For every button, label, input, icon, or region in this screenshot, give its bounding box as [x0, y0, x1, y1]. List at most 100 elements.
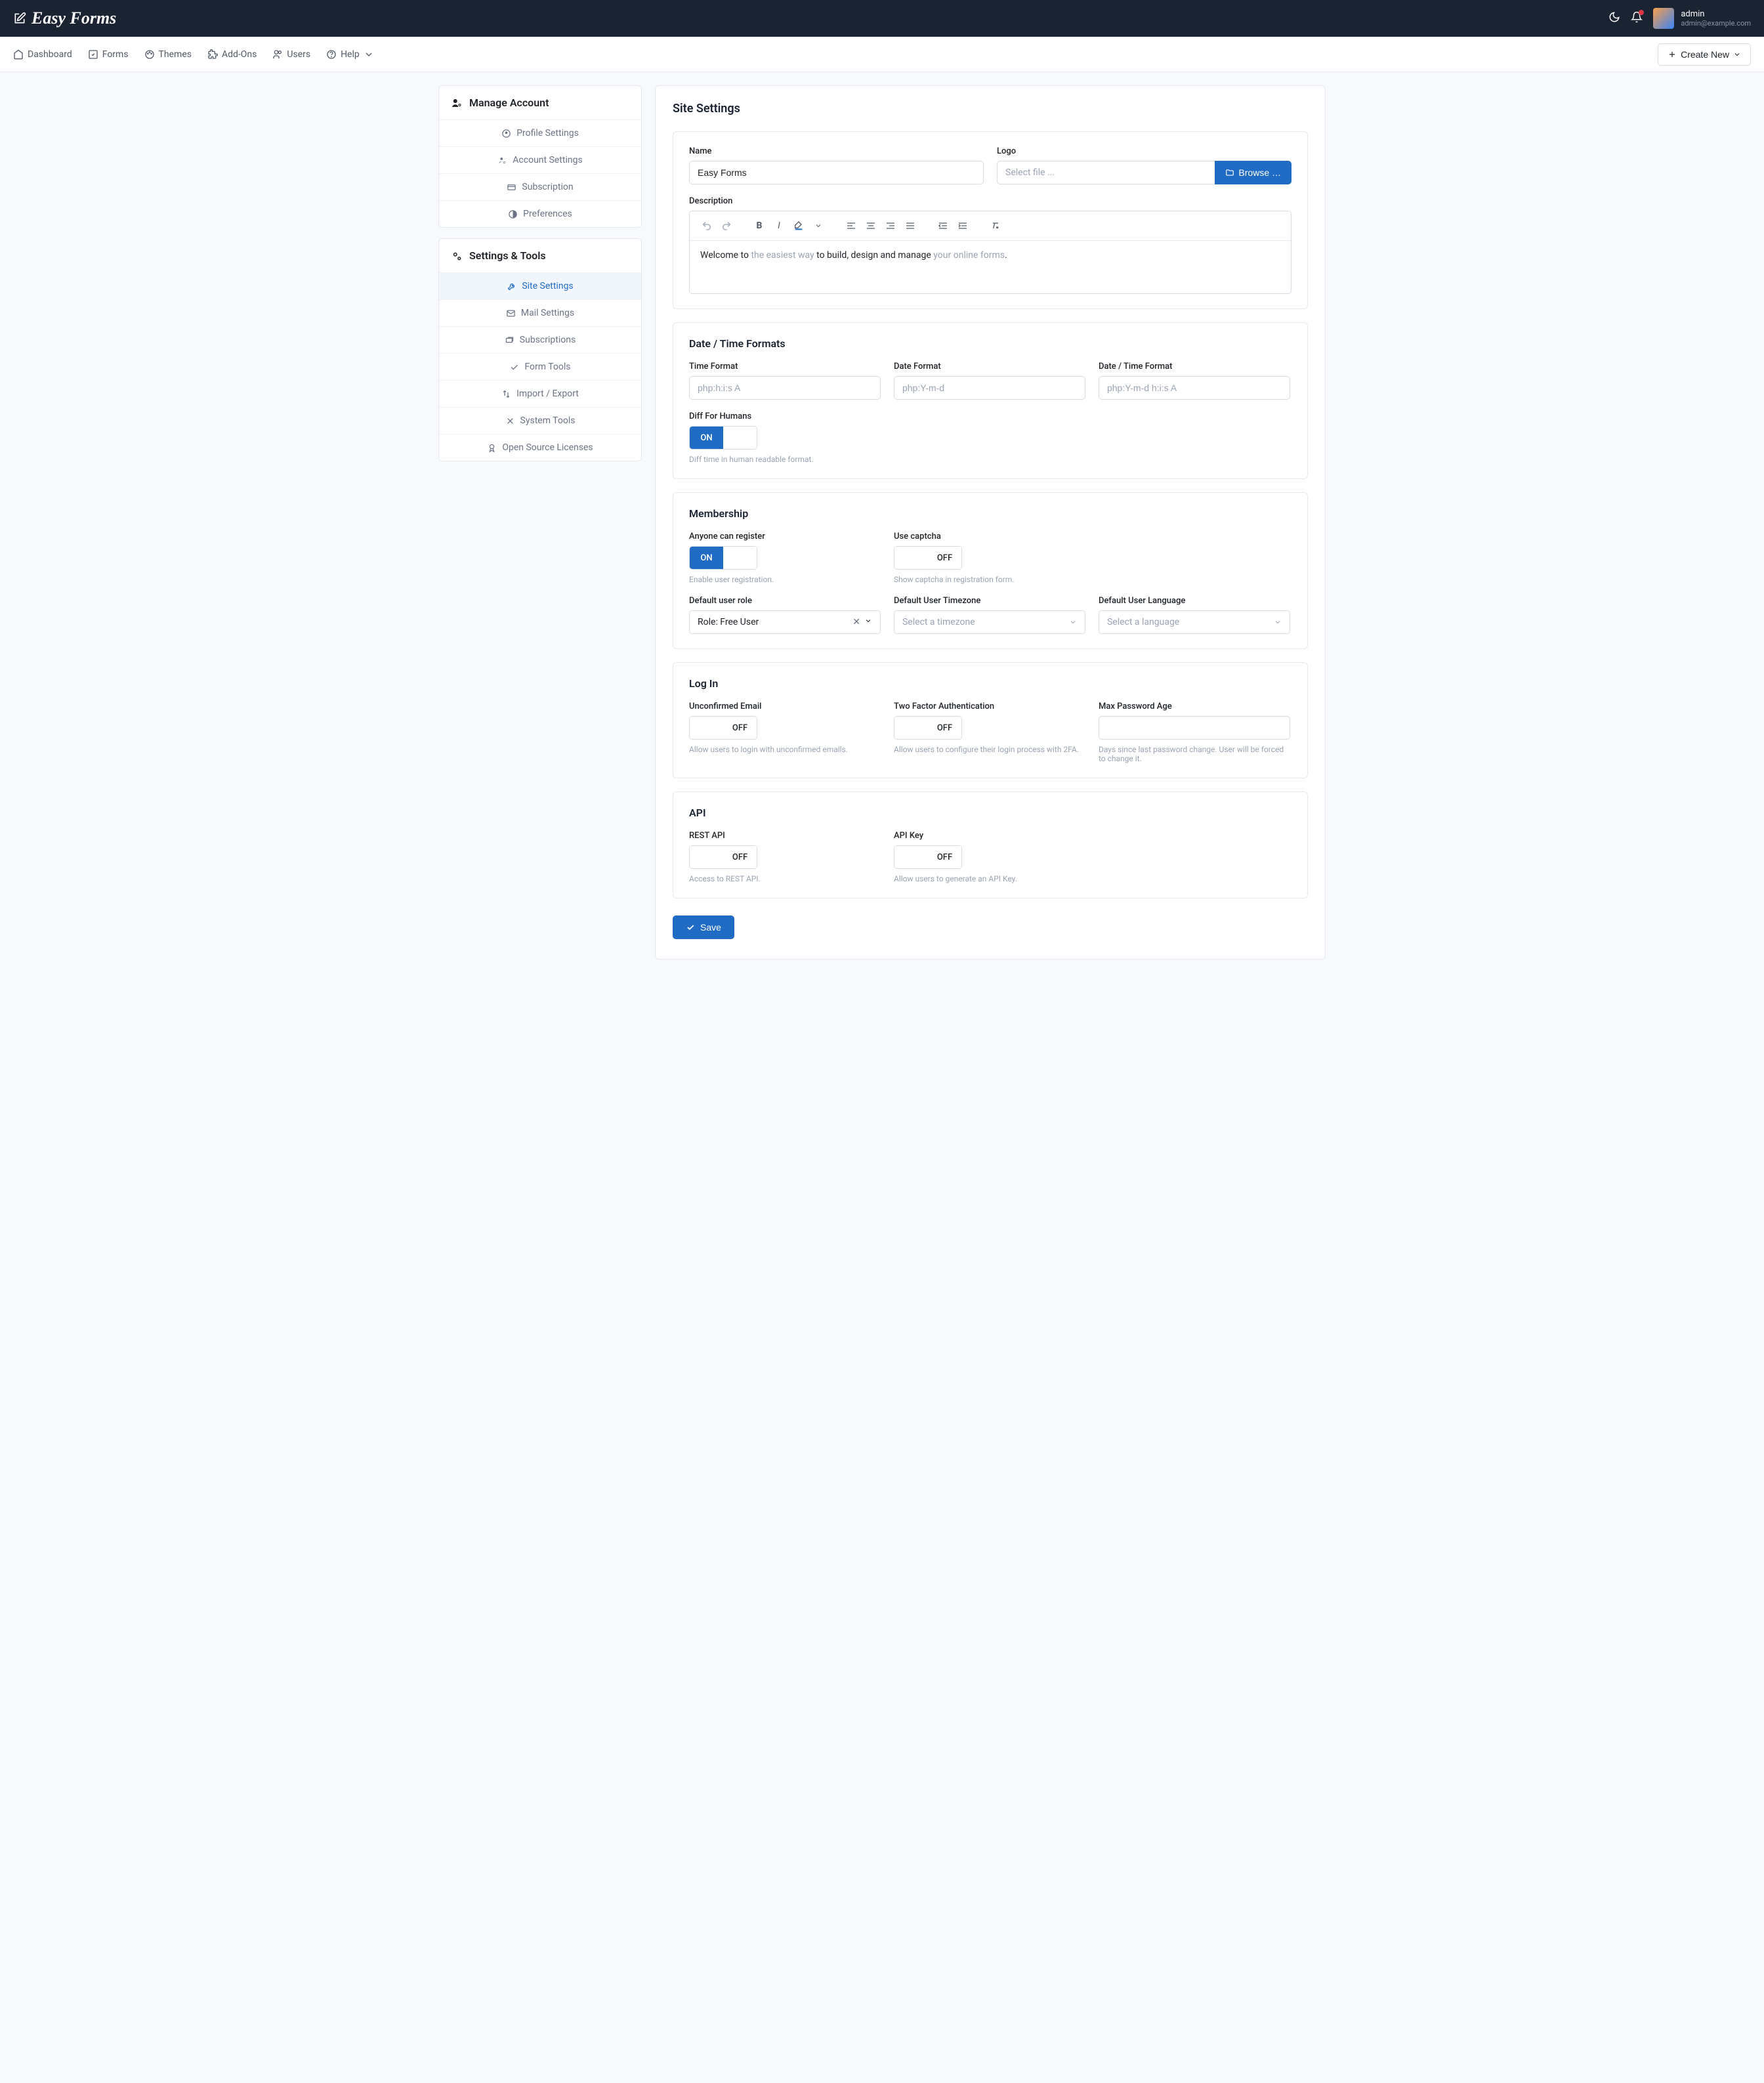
sidebar-system-tools[interactable]: System Tools — [439, 408, 641, 434]
settings-tools-title: Settings & Tools — [439, 239, 641, 272]
chevron-down-icon — [814, 222, 822, 230]
browse-button[interactable]: Browse … — [1215, 161, 1292, 184]
logo-label: Logo — [997, 146, 1292, 156]
check-icon — [686, 923, 695, 932]
tools-icon — [505, 416, 515, 426]
plus-icon — [1668, 50, 1677, 59]
captcha-label: Use captcha — [894, 532, 1085, 541]
nav-addons-label: Add-Ons — [222, 49, 257, 60]
align-left-button[interactable] — [842, 217, 860, 235]
align-right-icon — [885, 221, 896, 231]
sidebar-profile-settings[interactable]: Profile Settings — [439, 120, 641, 146]
membership-panel: Membership Anyone can register ON OFF En… — [673, 492, 1308, 649]
align-right-button[interactable] — [881, 217, 900, 235]
tfa-toggle[interactable]: ON OFF — [894, 716, 962, 740]
contrast-icon — [508, 209, 518, 219]
time-format-label: Time Format — [689, 362, 881, 371]
cogs-icon — [451, 250, 463, 262]
align-center-button[interactable] — [862, 217, 880, 235]
nav-users-label: Users — [287, 49, 310, 60]
main: Site Settings Name Logo Select file ... — [655, 85, 1326, 959]
nav-dashboard[interactable]: Dashboard — [13, 49, 72, 60]
user-gear-icon — [497, 156, 507, 165]
topbar: Easy Forms admin admin@example.com — [0, 0, 1764, 37]
clear-format-button[interactable] — [986, 217, 1005, 235]
sidebar-import-export[interactable]: Import / Export — [439, 381, 641, 407]
chevron-down-icon — [364, 49, 374, 60]
role-label: Default user role — [689, 596, 881, 606]
apikey-label: API Key — [894, 831, 1085, 841]
sidebar-preferences[interactable]: Preferences — [439, 201, 641, 227]
user-menu[interactable]: admin admin@example.com — [1653, 8, 1751, 29]
logo-file-group: Select file ... Browse … — [997, 161, 1292, 184]
maxpw-hint: Days since last password change. User wi… — [1099, 745, 1290, 763]
captcha-toggle[interactable]: ON OFF — [894, 546, 962, 570]
highlight-icon — [793, 221, 804, 231]
cards-icon — [505, 335, 514, 345]
folder-icon — [1225, 168, 1234, 177]
help-icon — [326, 49, 337, 60]
chevron-down-icon — [864, 617, 872, 625]
sidebar-subscriptions[interactable]: Subscriptions — [439, 327, 641, 353]
register-toggle[interactable]: ON OFF — [689, 546, 757, 570]
brand[interactable]: Easy Forms — [13, 9, 116, 28]
role-select[interactable]: Role: Free User ✕ — [689, 610, 881, 634]
language-select[interactable]: Select a language — [1099, 610, 1290, 634]
rest-label: REST API — [689, 831, 881, 841]
diff-humans-label: Diff For Humans — [689, 411, 1292, 421]
rest-toggle[interactable]: ON OFF — [689, 845, 757, 869]
unconfirmed-hint: Allow users to login with unconfirmed em… — [689, 745, 881, 754]
nav-forms[interactable]: Forms — [88, 49, 129, 60]
datetime-format-input[interactable] — [1099, 376, 1290, 400]
undo-icon — [702, 221, 712, 231]
nav-addons[interactable]: Add-Ons — [207, 49, 257, 60]
undo-button[interactable] — [698, 217, 716, 235]
nav-users[interactable]: Users — [272, 49, 310, 60]
apikey-toggle[interactable]: ON OFF — [894, 845, 962, 869]
sidebar-form-tools[interactable]: Form Tools — [439, 354, 641, 380]
indent-button[interactable] — [954, 217, 972, 235]
timezone-select[interactable]: Select a timezone — [894, 610, 1085, 634]
check-icon — [509, 362, 519, 372]
unconfirmed-label: Unconfirmed Email — [689, 702, 881, 711]
sidebar-site-settings[interactable]: Site Settings — [439, 273, 641, 299]
description-editor: B I — [689, 211, 1292, 294]
italic-button[interactable]: I — [770, 217, 788, 235]
maxpw-input[interactable] — [1099, 716, 1290, 740]
outdent-button[interactable] — [934, 217, 952, 235]
dark-mode-toggle[interactable] — [1608, 11, 1620, 26]
sidebar-mail-settings[interactable]: Mail Settings — [439, 300, 641, 326]
topbar-right: admin admin@example.com — [1608, 8, 1751, 29]
nav-themes[interactable]: Themes — [144, 49, 192, 60]
sidebar: Manage Account Profile Settings Account … — [438, 85, 642, 959]
manage-account-card: Manage Account Profile Settings Account … — [438, 85, 642, 228]
unconfirmed-toggle[interactable]: ON OFF — [689, 716, 757, 740]
clear-icon[interactable]: ✕ — [852, 617, 860, 627]
save-button[interactable]: Save — [673, 915, 734, 939]
sidebar-subscription[interactable]: Subscription — [439, 174, 641, 200]
logo-file-input[interactable]: Select file ... — [997, 161, 1215, 184]
create-new-button[interactable]: Create New — [1658, 43, 1751, 66]
settings-tools-card: Settings & Tools Site Settings Mail Sett… — [438, 238, 642, 461]
timezone-label: Default User Timezone — [894, 596, 1085, 606]
nav-help[interactable]: Help — [326, 49, 374, 60]
apikey-hint: Allow users to generate an API Key. — [894, 874, 1085, 883]
align-justify-button[interactable] — [901, 217, 919, 235]
user-email: admin@example.com — [1681, 19, 1751, 28]
align-justify-icon — [905, 221, 915, 231]
diff-humans-toggle[interactable]: ON OFF — [689, 426, 757, 450]
editor-body[interactable]: Welcome to the easiest way to build, des… — [690, 241, 1291, 293]
notifications-button[interactable] — [1631, 11, 1643, 26]
sidebar-licenses[interactable]: Open Source Licenses — [439, 434, 641, 461]
redo-button[interactable] — [717, 217, 736, 235]
moon-icon — [1608, 11, 1620, 23]
datetime-format-label: Date / Time Format — [1099, 362, 1290, 371]
date-format-input[interactable] — [894, 376, 1085, 400]
name-input[interactable] — [689, 161, 984, 184]
sidebar-account-settings[interactable]: Account Settings — [439, 147, 641, 173]
time-format-input[interactable] — [689, 376, 881, 400]
highlight-dropdown[interactable] — [809, 217, 828, 235]
create-new-label: Create New — [1681, 49, 1729, 60]
highlight-button[interactable] — [789, 217, 808, 235]
bold-button[interactable]: B — [750, 217, 768, 235]
